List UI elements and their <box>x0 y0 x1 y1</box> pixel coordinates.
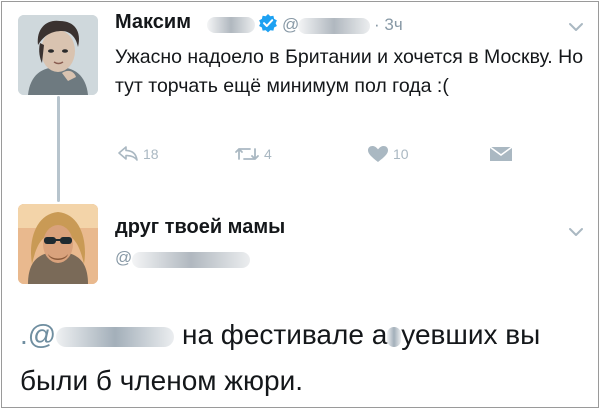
reply-author-handle-prefix[interactable]: @ <box>115 248 132 268</box>
direct-message-icon <box>489 146 513 161</box>
blurred-mention <box>56 326 175 347</box>
reply-button[interactable]: 18 <box>117 145 159 163</box>
reply-text-line2: были б членом жюри. <box>20 365 304 396</box>
author-avatar[interactable] <box>18 15 98 95</box>
like-count: 10 <box>393 146 409 162</box>
reply-author-name[interactable]: друг твоей мамы <box>115 216 285 239</box>
tweet-text: Ужасно надоело в Британии и хочется в Мо… <box>115 46 584 97</box>
verified-badge-icon <box>259 14 277 33</box>
reply-count: 18 <box>143 146 159 162</box>
reply-text-part2: уевших вы <box>401 319 541 350</box>
avatar-portrait-illustration <box>18 15 98 95</box>
direct-message-button[interactable] <box>489 145 513 163</box>
author-handle-prefix[interactable]: @ <box>282 15 299 35</box>
reply-icon <box>118 146 138 161</box>
censored-letters <box>387 326 402 347</box>
reply-mention[interactable]: .@ <box>20 319 56 350</box>
blurred-name-suffix <box>207 17 255 33</box>
chevron-down-icon[interactable] <box>567 226 585 238</box>
thread-connector-line <box>57 96 60 202</box>
reply-text: .@ на фестивале а уевших вы были б членом… <box>20 312 585 404</box>
blurred-reply-handle <box>132 252 250 268</box>
retweet-button[interactable]: 4 <box>234 145 272 163</box>
author-name[interactable]: Максим <box>115 11 191 34</box>
like-button[interactable]: 10 <box>367 145 409 163</box>
chevron-down-icon[interactable] <box>567 21 585 33</box>
reply-text-part1: на фестивале а <box>181 319 388 350</box>
reply-author-avatar[interactable] <box>18 204 98 284</box>
retweet-count: 4 <box>264 146 272 162</box>
heart-icon <box>368 146 388 162</box>
tweet-timestamp[interactable]: · 3ч <box>374 15 403 35</box>
screenshot-frame: Максим @ · 3ч Ужасно надоело в Британии … <box>1 1 599 408</box>
blurred-handle <box>298 18 370 34</box>
retweet-icon <box>235 148 259 160</box>
avatar-photo-sunglasses <box>18 204 98 284</box>
